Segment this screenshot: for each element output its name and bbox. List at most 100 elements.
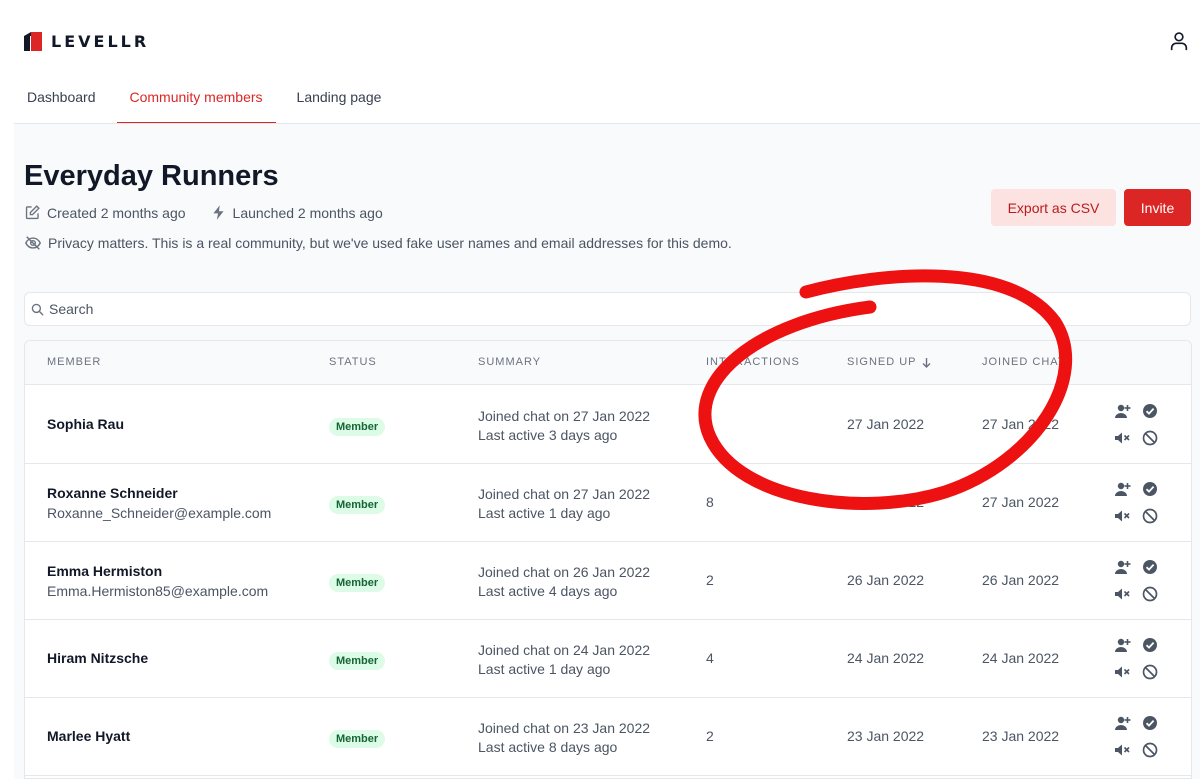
search-input[interactable] [49, 301, 1149, 317]
created-text: Created 2 months ago [47, 204, 186, 221]
summary-last-active: Last active 4 days ago [478, 583, 618, 599]
joined-chat-cell: 27 Jan 2022 [982, 416, 1060, 432]
member-name[interactable]: Emma Hermiston [47, 563, 268, 579]
summary-last-active: Last active 8 days ago [478, 739, 618, 755]
member-name[interactable]: Hiram Nitzsche [47, 650, 148, 666]
brand-logo[interactable]: LEVELLR [23, 30, 149, 52]
summary-joined: Joined chat on 26 Jan 2022 [478, 564, 651, 580]
table-row[interactable]: Emma Hermiston Emma.Hermiston85@example.c… [25, 542, 1191, 620]
approve-icon[interactable] [1141, 402, 1159, 420]
summary-cell: Joined chat on 27 Jan 2022 Last active 1 … [478, 485, 650, 523]
member-cell: Sophia Rau [47, 416, 124, 432]
member-email: Roxanne_Schneider@example.com [47, 505, 272, 521]
column-joined-chat[interactable]: JOINED CHAT [982, 356, 1066, 368]
ban-icon[interactable] [1141, 663, 1159, 681]
signed-up-cell: 24 Jan 2022 [847, 650, 925, 666]
summary-last-active: Last active 1 day ago [478, 505, 611, 521]
promote-user-icon[interactable] [1113, 480, 1131, 498]
user-account-icon[interactable] [1168, 30, 1190, 52]
table-row[interactable]: Roxanne Schneider Roxanne_Schneider@examp… [25, 464, 1191, 542]
summary-last-active: Last active 3 days ago [478, 427, 618, 443]
top-bar: LEVELLR Dashboard Community members Land… [0, 0, 1200, 124]
summary-cell: Joined chat on 24 Jan 2022 Last active 1 … [478, 641, 650, 679]
edit-icon [25, 205, 40, 220]
promote-user-icon[interactable] [1113, 636, 1131, 654]
ban-icon[interactable] [1141, 507, 1159, 525]
status-badge: Member [329, 574, 386, 592]
approve-icon[interactable] [1141, 636, 1159, 654]
column-member[interactable]: MEMBER [47, 356, 101, 368]
brand-name: LEVELLR [51, 31, 150, 51]
launched-info: Launched 2 months ago [210, 204, 383, 221]
summary-joined: Joined chat on 24 Jan 2022 [478, 642, 651, 658]
column-summary[interactable]: SUMMARY [478, 356, 541, 368]
ban-icon[interactable] [1141, 429, 1159, 447]
main-tabs: Dashboard Community members Landing page [14, 72, 402, 124]
promote-user-icon[interactable] [1113, 714, 1131, 732]
approve-icon[interactable] [1141, 480, 1159, 498]
tab-community-members[interactable]: Community members [116, 72, 276, 124]
summary-cell: Joined chat on 27 Jan 2022 Last active 3 … [478, 407, 650, 445]
promote-user-icon[interactable] [1113, 402, 1131, 420]
summary-cell: Joined chat on 26 Jan 2022 Last active 4 … [478, 563, 650, 601]
community-meta: Created 2 months ago Launched 2 months a… [24, 204, 407, 221]
privacy-text: Privacy matters. This is a real communit… [48, 235, 732, 251]
status-badge: Member [329, 496, 386, 514]
mute-icon[interactable] [1113, 663, 1131, 681]
signed-up-cell: 23 Jan 2022 [847, 728, 925, 744]
mute-icon[interactable] [1113, 429, 1131, 447]
column-signed-up-label: SIGNED UP [847, 356, 917, 368]
approve-icon[interactable] [1141, 714, 1159, 732]
ban-icon[interactable] [1141, 585, 1159, 603]
row-actions [1113, 558, 1159, 604]
page-title: Everyday Runners [24, 160, 279, 192]
search-bar[interactable] [24, 292, 1191, 326]
interactions-cell: 2 [706, 572, 714, 588]
interactions-cell: 8 [706, 494, 714, 510]
export-csv-button[interactable]: Export as CSV [991, 189, 1116, 226]
search-icon [31, 303, 44, 316]
member-cell: Roxanne Schneider Roxanne_Schneider@examp… [47, 485, 271, 521]
summary-joined: Joined chat on 27 Jan 2022 [478, 486, 651, 502]
mute-icon[interactable] [1113, 507, 1131, 525]
tab-dashboard[interactable]: Dashboard [14, 72, 109, 124]
status-badge: Member [329, 730, 386, 748]
signed-up-cell: 26 Jan 2022 [847, 572, 925, 588]
joined-chat-cell: 27 Jan 2022 [982, 494, 1060, 510]
column-interactions[interactable]: INTERACTIONS [706, 356, 800, 368]
signed-up-cell: 27 Jan 2022 [847, 416, 925, 432]
member-name[interactable]: Marlee Hyatt [47, 728, 130, 744]
approve-icon[interactable] [1141, 558, 1159, 576]
summary-cell: Joined chat on 23 Jan 2022 Last active 8 … [478, 719, 650, 757]
members-table: MEMBER STATUS SUMMARY INTERACTIONS SIGNE… [24, 340, 1192, 779]
privacy-notice: Privacy matters. This is a real communit… [24, 234, 732, 252]
status-badge: Member [329, 418, 386, 436]
column-signed-up[interactable]: SIGNED UP [847, 356, 932, 368]
summary-joined: Joined chat on 27 Jan 2022 [478, 408, 651, 424]
ban-icon[interactable] [1141, 741, 1159, 759]
invite-button[interactable]: Invite [1124, 189, 1191, 226]
column-status[interactable]: STATUS [329, 356, 377, 368]
summary-joined: Joined chat on 23 Jan 2022 [478, 720, 651, 736]
created-info: Created 2 months ago [24, 204, 186, 221]
launched-text: Launched 2 months ago [232, 204, 383, 221]
table-header: MEMBER STATUS SUMMARY INTERACTIONS SIGNE… [25, 341, 1191, 385]
member-cell: Hiram Nitzsche [47, 650, 148, 666]
row-actions [1113, 714, 1159, 760]
member-name[interactable]: Roxanne Schneider [47, 485, 271, 501]
mute-icon[interactable] [1113, 585, 1131, 603]
table-row[interactable]: Marlee Hyatt Member Joined chat on 23 Jan … [25, 698, 1191, 776]
tab-landing-page[interactable]: Landing page [284, 72, 395, 124]
joined-chat-cell: 24 Jan 2022 [982, 650, 1060, 666]
mute-icon[interactable] [1113, 741, 1131, 759]
member-cell: Emma Hermiston Emma.Hermiston85@example.c… [47, 563, 268, 599]
member-name[interactable]: Sophia Rau [47, 416, 124, 432]
promote-user-icon[interactable] [1113, 558, 1131, 576]
status-badge: Member [329, 652, 386, 670]
table-row[interactable]: Sophia Rau Member Joined chat on 27 Jan 20… [25, 386, 1191, 464]
interactions-cell: 2 [706, 728, 714, 744]
summary-last-active: Last active 1 day ago [478, 661, 611, 677]
table-row[interactable]: Hiram Nitzsche Member Joined chat on 24 Ja… [25, 620, 1191, 698]
joined-chat-cell: 26 Jan 2022 [982, 572, 1060, 588]
interactions-cell: 4 [706, 650, 714, 666]
